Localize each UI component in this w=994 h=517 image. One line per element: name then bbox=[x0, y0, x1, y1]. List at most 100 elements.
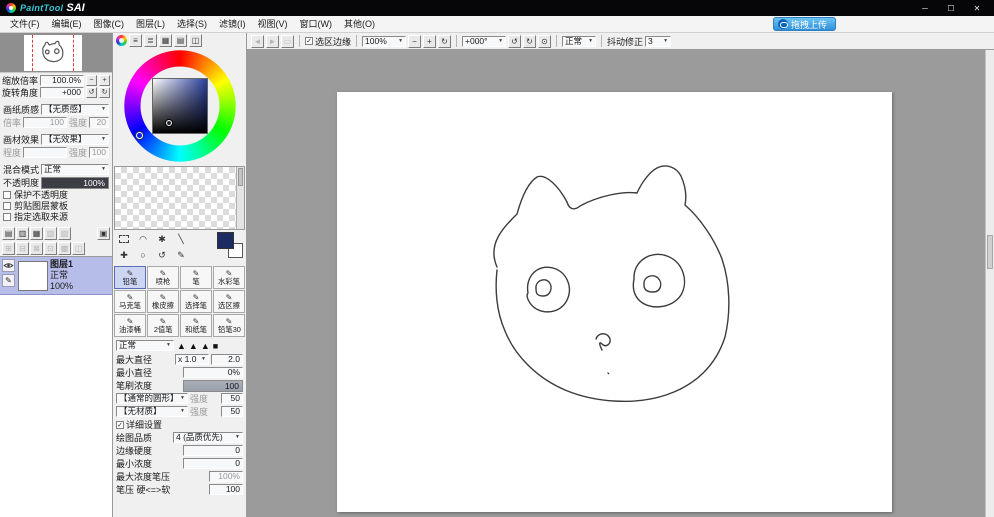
canvas-zoom-in-button[interactable]: + bbox=[423, 34, 437, 48]
diameter-unit-dropdown[interactable]: x 1.0 ▼ bbox=[175, 354, 209, 365]
color-mixer-panel-button[interactable]: ▦ bbox=[159, 34, 172, 47]
brush-tip-square-icon[interactable]: ■ bbox=[213, 341, 218, 351]
brush-bucket[interactable]: ✎ 油漆桶 bbox=[114, 314, 146, 337]
menu-file[interactable]: 文件(F) bbox=[4, 17, 46, 32]
menu-layer[interactable]: 图层(L) bbox=[130, 17, 171, 32]
magic-wand-tool[interactable]: ✱ bbox=[154, 232, 170, 246]
protect-opacity-checkbox[interactable] bbox=[3, 190, 11, 199]
layer-name[interactable]: 图层1 bbox=[50, 259, 73, 270]
canvas-zoom-out-button[interactable]: − bbox=[408, 34, 422, 48]
opacity-slider[interactable]: 100% bbox=[41, 176, 109, 189]
color-wheel[interactable] bbox=[113, 48, 246, 166]
canvas-zoom-reset-button[interactable]: ↻ bbox=[438, 34, 452, 48]
brush-texture-dropdown[interactable]: 【无材质】 ▼ bbox=[116, 406, 188, 417]
brush-select-pen[interactable]: ✎ 选择笔 bbox=[180, 290, 212, 313]
max-diameter-slider[interactable]: 2.0 bbox=[211, 354, 243, 365]
blend-mode-dropdown[interactable]: 正常 ▼ bbox=[41, 164, 109, 175]
rotate-cw-button[interactable]: ↻ bbox=[99, 86, 110, 98]
canvas-rotate-ccw-button[interactable]: ↺ bbox=[508, 34, 522, 48]
menu-view[interactable]: 视图(V) bbox=[252, 17, 294, 32]
new-layer-button[interactable]: ▤ bbox=[2, 227, 15, 240]
clear-layer-button[interactable]: ⊠ bbox=[30, 242, 43, 255]
zoom-out-button[interactable]: − bbox=[86, 74, 97, 86]
hue-marker[interactable] bbox=[136, 132, 143, 139]
rotate-tool[interactable]: ↺ bbox=[154, 248, 170, 262]
brush-shape-dropdown[interactable]: 【通常的圆形】 ▼ bbox=[116, 393, 188, 404]
paper-texture-dropdown[interactable]: 【无质感】 ▼ bbox=[41, 104, 109, 115]
menu-image[interactable]: 图像(C) bbox=[88, 17, 131, 32]
undo-selection-button[interactable]: ◄ bbox=[251, 34, 264, 48]
current-color-swatch[interactable] bbox=[217, 232, 243, 258]
pressure-hard-soft-slider[interactable]: 100 bbox=[209, 484, 243, 495]
brush-watercolor[interactable]: ✎ 水彩笔 bbox=[213, 266, 245, 289]
min-diameter-slider[interactable]: 0% bbox=[183, 367, 243, 378]
sv-marker[interactable] bbox=[166, 120, 172, 126]
scratchpad-scrollbar-thumb[interactable] bbox=[238, 168, 243, 186]
navigator-preview[interactable] bbox=[0, 33, 112, 73]
lasso-tool[interactable]: ◠ bbox=[135, 232, 151, 246]
layer-effect-button[interactable]: ▨ bbox=[58, 227, 71, 240]
canvas-zoom-dropdown[interactable]: 100% ▼ bbox=[362, 35, 407, 47]
selection-edge-checkbox[interactable]: ✓ bbox=[305, 37, 313, 45]
paper-effect-dropdown[interactable]: 【无效果】 ▼ bbox=[41, 134, 109, 145]
pan-tool[interactable]: ✎ bbox=[173, 248, 189, 262]
texture-strength-value[interactable]: 20 bbox=[89, 117, 109, 128]
edge-hardness-slider[interactable]: 0 bbox=[183, 445, 243, 456]
brush-blend-mode-dropdown[interactable]: 正常 ▼ bbox=[116, 340, 174, 351]
clipping-mask-checkbox[interactable] bbox=[3, 201, 11, 210]
deselect-button[interactable]: ▭ bbox=[281, 34, 294, 48]
vertical-scrollbar-thumb[interactable] bbox=[987, 235, 993, 269]
rotate-angle-value[interactable]: +000 bbox=[40, 86, 84, 98]
rotate-ccw-button[interactable]: ↺ bbox=[86, 86, 97, 98]
menu-window[interactable]: 窗口(W) bbox=[294, 17, 339, 32]
move-tool[interactable]: ✚ bbox=[116, 248, 132, 262]
swatches-panel-button[interactable]: ▤ bbox=[174, 34, 187, 47]
min-density-slider[interactable]: 0 bbox=[183, 458, 243, 469]
layer-mask-button[interactable]: ▧ bbox=[44, 227, 57, 240]
vertical-scrollbar[interactable] bbox=[985, 50, 994, 517]
new-folder-button[interactable]: ▦ bbox=[30, 227, 43, 240]
scratchpad-panel-button[interactable]: ◫ bbox=[189, 34, 202, 47]
brush-marker[interactable]: ✎ 马克笔 bbox=[114, 290, 146, 313]
zoom-tool[interactable]: ○ bbox=[135, 248, 151, 262]
max-density-pressure-slider[interactable]: 100% bbox=[209, 471, 243, 482]
rgb-slider-panel-button[interactable]: ≡ bbox=[129, 34, 142, 47]
new-vector-layer-button[interactable]: ▥ bbox=[16, 227, 29, 240]
quality-dropdown[interactable]: 4 (品质优先) ▼ bbox=[173, 432, 243, 443]
brush-airbrush[interactable]: ✎ 喷枪 bbox=[147, 266, 179, 289]
zoom-in-button[interactable]: + bbox=[99, 74, 110, 86]
scratchpad-area[interactable] bbox=[114, 166, 245, 230]
shape-strength-value[interactable]: 50 bbox=[221, 393, 243, 404]
layer-visibility-toggle[interactable] bbox=[2, 259, 15, 272]
dropper-tool[interactable]: ╲ bbox=[173, 232, 189, 246]
duplicate-layer-button[interactable]: ◫ bbox=[72, 242, 85, 255]
canvas-angle-dropdown[interactable]: +000° ▼ bbox=[462, 35, 507, 47]
brush-tip-soft-icon[interactable]: ▲ bbox=[177, 341, 186, 351]
brush-eraser[interactable]: ✎ 橡皮擦 bbox=[147, 290, 179, 313]
drawing-canvas[interactable] bbox=[337, 92, 892, 512]
effect-degree-value[interactable] bbox=[23, 147, 67, 158]
redo-selection-button[interactable]: ► bbox=[266, 34, 279, 48]
stabilizer-dropdown[interactable]: 3 ▼ bbox=[645, 35, 672, 47]
maximize-button[interactable]: ☐ bbox=[938, 1, 964, 15]
texture-scale-value[interactable]: 100 bbox=[23, 117, 67, 128]
brush-select-eraser[interactable]: ✎ 选区擦 bbox=[213, 290, 245, 313]
brush-tip-hard-icon[interactable]: ▲ bbox=[201, 341, 210, 351]
menu-select[interactable]: 选择(S) bbox=[171, 17, 213, 32]
canvas-mode-dropdown[interactable]: 正常 ▼ bbox=[562, 35, 597, 47]
brush-pencil30[interactable]: ✎ 铅笔30 bbox=[213, 314, 245, 337]
effect-strength-value[interactable]: 100 bbox=[89, 147, 109, 158]
delete-layer-button[interactable]: ⊡ bbox=[44, 242, 57, 255]
brush-binary-pen[interactable]: ✎ 2值笔 bbox=[147, 314, 179, 337]
menu-edit[interactable]: 编辑(E) bbox=[46, 17, 88, 32]
merge-down-button[interactable]: ⊟ bbox=[16, 242, 29, 255]
canvas-rotate-cw-button[interactable]: ↻ bbox=[523, 34, 537, 48]
brush-density-slider[interactable]: 100 bbox=[183, 379, 243, 392]
brush-paper-pen[interactable]: ✎ 和纸笔 bbox=[180, 314, 212, 337]
rect-select-tool[interactable] bbox=[116, 232, 132, 246]
layer-row-selected[interactable]: ✎ 图层1 正常 100% bbox=[0, 257, 112, 295]
hsv-slider-panel-button[interactable]: ≣ bbox=[144, 34, 157, 47]
selection-source-checkbox[interactable] bbox=[3, 212, 11, 221]
texture-strength-value[interactable]: 50 bbox=[221, 406, 243, 417]
upload-button[interactable]: 拖拽上传 bbox=[772, 17, 836, 31]
